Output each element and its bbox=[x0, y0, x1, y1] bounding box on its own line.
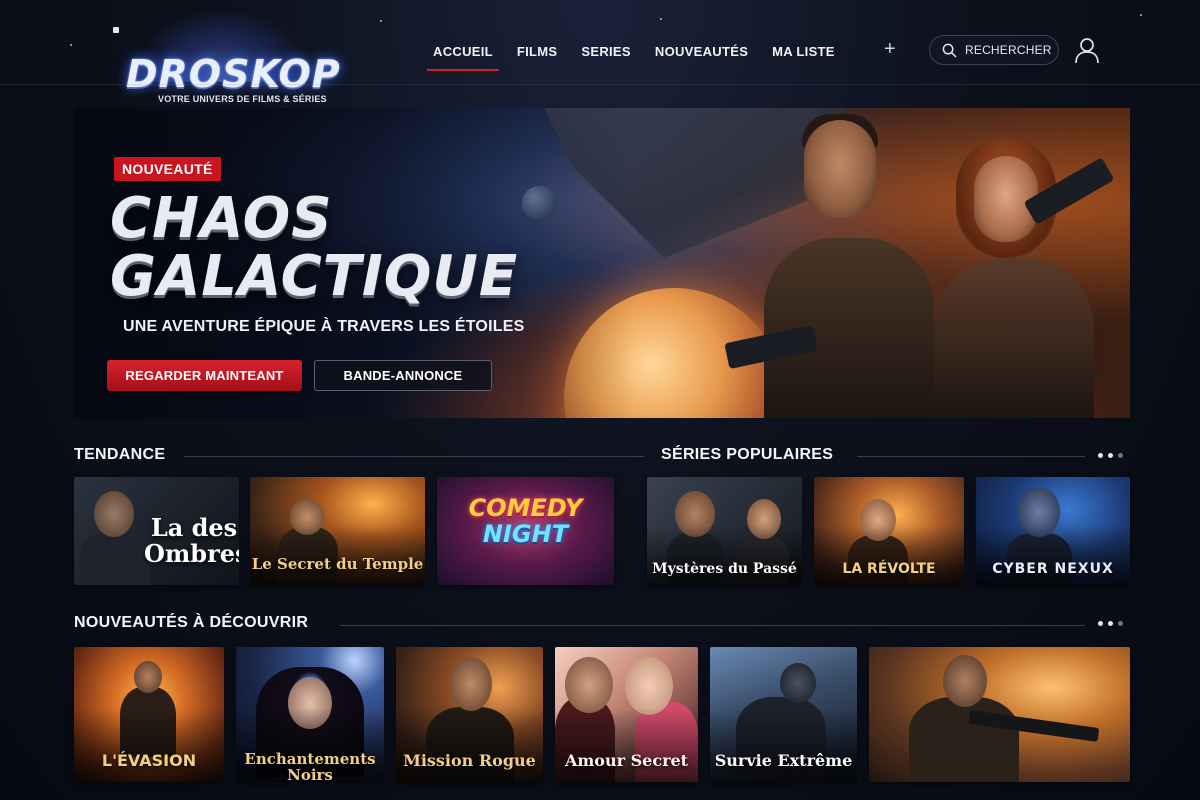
card-title: L'ÉVASION bbox=[101, 751, 197, 770]
card-shade bbox=[74, 707, 224, 782]
hero-banner[interactable]: NOUVEAUTÉ CHAOS GALACTIQUE UNE AVENTURE … bbox=[74, 108, 1130, 418]
logo[interactable]: DROSKOP VOTRE UNIVERS DE FILMS & SÉRIES bbox=[118, 12, 358, 108]
watch-now-button[interactable]: REGARDER MAINTEANT bbox=[107, 360, 302, 391]
card-title: CYBER NEXUX bbox=[992, 561, 1114, 577]
movie-card[interactable]: Enchantements Noirs bbox=[236, 647, 384, 782]
carousel-dot[interactable] bbox=[1098, 453, 1103, 458]
movie-card[interactable]: Le Secret du Temple bbox=[250, 477, 425, 585]
card-title: LA RÉVOLTE bbox=[842, 561, 936, 577]
card-title-line2: Noirs bbox=[287, 766, 333, 782]
card-figure-face bbox=[94, 491, 134, 537]
section-title-tendance: TENDANCE bbox=[74, 446, 166, 463]
card-title: Le Secret du Temple bbox=[251, 555, 424, 573]
card-title: Enchantements Noirs bbox=[236, 751, 384, 782]
nav-item-ma-liste[interactable]: MA LISTE bbox=[772, 44, 835, 59]
new-badge: NOUVEAUTÉ bbox=[114, 157, 221, 181]
nav-item-accueil[interactable]: ACCUEIL bbox=[427, 44, 499, 71]
nav-item-nouveautes[interactable]: NOUVEAUTÉS bbox=[655, 44, 748, 59]
movie-card[interactable]: Amour Secret bbox=[555, 647, 698, 782]
card-title: Survie Extrême bbox=[714, 751, 853, 770]
carousel-dots[interactable] bbox=[1098, 621, 1123, 626]
card-figure-face bbox=[625, 657, 673, 715]
movie-card[interactable]: L'ÉVASION bbox=[74, 647, 224, 782]
section-title-nouveautes: NOUVEAUTÉS À DÉCOUVRIR bbox=[74, 614, 309, 631]
hero-face-graphic bbox=[804, 120, 876, 218]
movie-card[interactable]: La des Ombres bbox=[74, 477, 239, 585]
logo-text: DROSKOP bbox=[126, 52, 341, 96]
search-label: RECHERCHER bbox=[965, 43, 1052, 57]
section-divider bbox=[184, 456, 644, 457]
user-icon[interactable] bbox=[1074, 36, 1100, 64]
series-card[interactable]: LA RÉVOLTE bbox=[814, 477, 964, 585]
search-icon bbox=[942, 43, 957, 57]
section-divider bbox=[340, 625, 1085, 626]
movie-card[interactable]: Survie Extrême bbox=[710, 647, 857, 782]
card-shade bbox=[555, 707, 698, 782]
card-figure-face bbox=[134, 661, 162, 693]
card-figure bbox=[80, 532, 150, 585]
card-figure-face bbox=[450, 657, 492, 711]
series-card[interactable]: Mystères du Passé bbox=[647, 477, 802, 585]
card-shade bbox=[710, 707, 857, 782]
card-figure-helmet bbox=[780, 663, 816, 703]
hero-title-line1: CHAOS bbox=[110, 186, 333, 251]
search-button[interactable]: RECHERCHER bbox=[929, 35, 1059, 65]
card-title: Amour Secret bbox=[564, 751, 689, 770]
hero-title: CHAOS GALACTIQUE bbox=[110, 190, 518, 306]
carousel-dot[interactable] bbox=[1108, 453, 1113, 458]
card-title-line1: COMEDY bbox=[468, 494, 583, 522]
plus-icon[interactable]: + bbox=[884, 38, 896, 61]
carousel-dots[interactable] bbox=[1098, 453, 1123, 458]
nav-item-series[interactable]: SERIES bbox=[581, 44, 630, 59]
top-header: DROSKOP VOTRE UNIVERS DE FILMS & SÉRIES … bbox=[0, 0, 1200, 104]
nav-item-films[interactable]: FILMS bbox=[517, 44, 558, 59]
card-figure bbox=[909, 697, 1019, 782]
movie-card[interactable]: COMEDY NIGHT bbox=[437, 477, 614, 585]
hero-body-graphic bbox=[764, 238, 934, 418]
logo-tagline: VOTRE UNIVERS DE FILMS & SÉRIES bbox=[158, 94, 327, 104]
header-divider bbox=[0, 84, 1200, 85]
carousel-dot[interactable] bbox=[1108, 621, 1113, 626]
hero-title-line2: GALACTIQUE bbox=[110, 244, 519, 309]
card-title: La des Ombres bbox=[144, 515, 239, 567]
card-title: Mission Rogue bbox=[403, 751, 536, 770]
card-title-line1: La des bbox=[150, 513, 238, 542]
carousel-dot[interactable] bbox=[1118, 621, 1123, 626]
main-nav: ACCUEIL FILMS SERIES NOUVEAUTÉS MA LISTE bbox=[427, 40, 859, 71]
movie-card[interactable] bbox=[869, 647, 1130, 782]
carousel-dot[interactable] bbox=[1118, 453, 1123, 458]
carousel-dot[interactable] bbox=[1098, 621, 1103, 626]
hero-subtitle: UNE AVENTURE ÉPIQUE À TRAVERS LES ÉTOILE… bbox=[123, 318, 525, 335]
card-title-line2: Ombres bbox=[144, 539, 239, 568]
trailer-button[interactable]: BANDE-ANNONCE bbox=[314, 360, 492, 391]
card-title: COMEDY NIGHT bbox=[437, 495, 614, 547]
card-title-line2: NIGHT bbox=[482, 520, 569, 548]
heroine-body-graphic bbox=[934, 258, 1094, 418]
card-figure-face bbox=[565, 657, 613, 713]
card-figure-face bbox=[943, 655, 987, 707]
section-title-series-populaires: SÉRIES POPULAIRES bbox=[661, 446, 834, 463]
series-card[interactable]: CYBER NEXUX bbox=[976, 477, 1130, 585]
section-divider bbox=[857, 456, 1085, 457]
card-title-line1: Enchantements bbox=[244, 750, 376, 768]
card-shade bbox=[396, 707, 543, 782]
card-title: Mystères du Passé bbox=[652, 561, 797, 577]
movie-card[interactable]: Mission Rogue bbox=[396, 647, 543, 782]
